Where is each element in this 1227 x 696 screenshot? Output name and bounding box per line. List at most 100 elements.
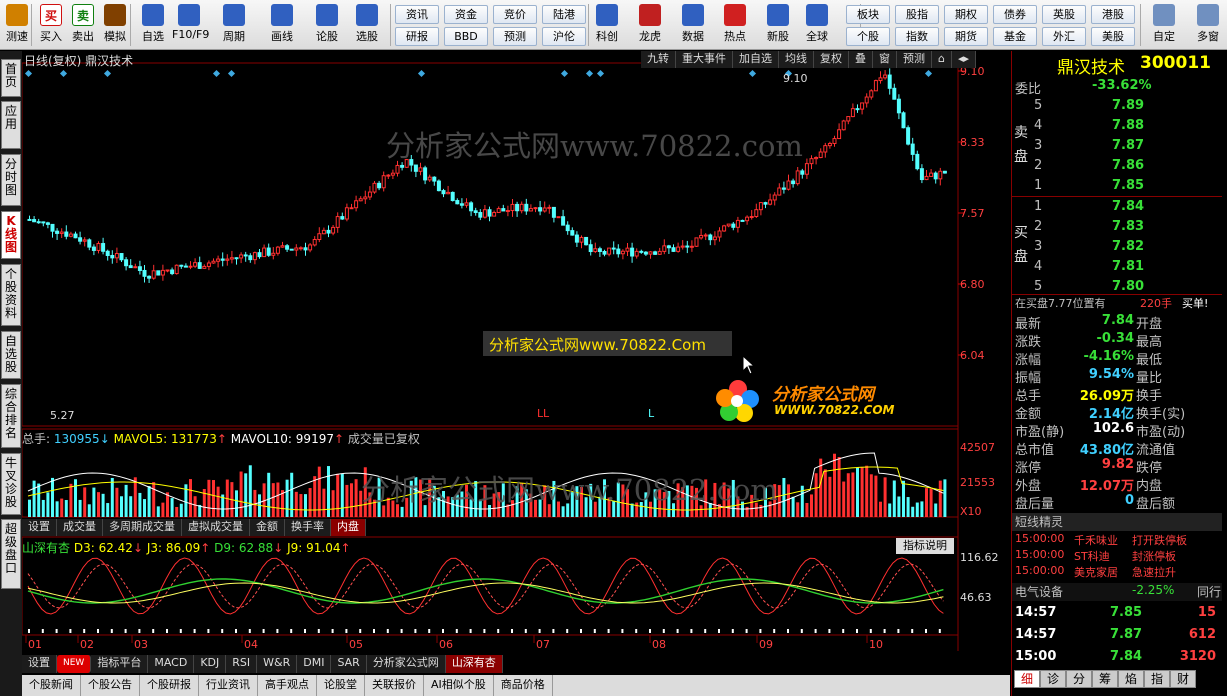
quote-tab-2[interactable]: 分 [1066, 670, 1092, 688]
key-0[interactable]: 资讯 [395, 5, 439, 24]
hot-button[interactable]: 热点 [718, 2, 752, 48]
news-tab-4[interactable]: 高手观点 [258, 675, 317, 696]
clock-button[interactable]: 测速 [0, 2, 34, 48]
quote-tab-1[interactable]: 诊 [1040, 670, 1066, 688]
chart-tool-0[interactable]: 九转 [641, 51, 676, 68]
multiwindow-button[interactable]: 多窗 [1191, 2, 1225, 48]
chart-tool-4[interactable]: 复权 [814, 51, 849, 68]
market-key-1[interactable]: 股指 [895, 5, 939, 24]
quote-tab-6[interactable]: 财 [1170, 670, 1196, 688]
market-key-6[interactable]: 个股 [846, 27, 890, 46]
key-1[interactable]: 资金 [444, 5, 488, 24]
market-key-9[interactable]: 基金 [993, 27, 1037, 46]
news-tab-6[interactable]: 关联报价 [365, 675, 424, 696]
chart-tool-2[interactable]: 加自选 [733, 51, 779, 68]
indicator-tab-7[interactable]: DMI [297, 655, 332, 673]
news-tab-8[interactable]: 商品价格 [494, 675, 553, 696]
news-tab-3[interactable]: 行业资讯 [199, 675, 258, 696]
indicator-tab-2[interactable]: 指标平台 [91, 655, 149, 673]
market-key-11[interactable]: 美股 [1091, 27, 1135, 46]
market-key-0[interactable]: 板块 [846, 5, 890, 24]
custom-button[interactable]: 自定 [1147, 2, 1181, 48]
indicator-tab-0[interactable]: 设置 [22, 655, 57, 673]
quote-tab-0[interactable]: 细 [1014, 670, 1040, 688]
volume-tab-3[interactable]: 虚拟成交量 [182, 519, 250, 536]
indicator-tab-4[interactable]: KDJ [194, 655, 227, 673]
indicator-tab-9[interactable]: 分析家公式网 [366, 655, 446, 673]
volume-tab-6[interactable]: 内盘 [331, 519, 366, 536]
market-key-7[interactable]: 指数 [895, 27, 939, 46]
select-stock-button[interactable]: 选股 [350, 2, 384, 48]
volume-tab-0[interactable]: 设置 [22, 519, 57, 536]
volume-tab-1[interactable]: 成交量 [57, 519, 103, 536]
left-tab-7[interactable]: 牛叉诊股 [1, 453, 21, 515]
left-tab-2[interactable]: 分时图 [1, 154, 21, 206]
star-button[interactable]: 自选 [136, 2, 170, 48]
period-button[interactable]: 周期 [217, 2, 251, 48]
key-7[interactable]: 沪伦 [542, 27, 586, 46]
volume-tab-4[interactable]: 金额 [250, 519, 285, 536]
quote-tab-3[interactable]: 筹 [1092, 670, 1118, 688]
market-key-2[interactable]: 期权 [944, 5, 988, 24]
discuss-button[interactable]: 论股 [310, 2, 344, 48]
key-2[interactable]: 竞价 [493, 5, 537, 24]
indicator-tab-8[interactable]: SAR [331, 655, 367, 673]
market-key-10[interactable]: 外汇 [1042, 27, 1086, 46]
news-tab-0[interactable]: 个股新闻 [22, 675, 81, 696]
buy-button[interactable]: 买买入 [34, 2, 68, 48]
market-key-8[interactable]: 期货 [944, 27, 988, 46]
indicator-tab-6[interactable]: W&R [257, 655, 298, 673]
indicator-tab-3[interactable]: MACD [148, 655, 195, 673]
news-tab-1[interactable]: 个股公告 [81, 675, 140, 696]
chart-high-label: 9.10 [783, 72, 808, 85]
chart-tool-7[interactable]: 预测 [897, 51, 932, 68]
key-6[interactable]: 预测 [493, 27, 537, 46]
short-elf-item[interactable]: 15:00:00 美克家居 急速拉升 [1012, 564, 1222, 582]
ipo-button[interactable]: 新股 [761, 2, 795, 48]
indicator-tab-10[interactable]: 山深有杏 [445, 655, 503, 673]
dropdown-icon[interactable]: ◂▸ [951, 51, 977, 68]
globe-button[interactable]: 全球 [800, 2, 834, 48]
indicator-help-button[interactable]: 指标说明 [896, 538, 954, 554]
indicator-tab-5[interactable]: RSI [226, 655, 258, 673]
volume-bar [915, 502, 919, 517]
left-tab-5[interactable]: 自选股 [1, 331, 21, 379]
f10-button[interactable]: F10/F9 [172, 2, 209, 48]
quote-tab-4[interactable]: 焰 [1118, 670, 1144, 688]
candle-body [818, 151, 823, 159]
left-tab-6[interactable]: 综合排名 [1, 384, 21, 448]
kechuang-button[interactable]: 科创 [590, 2, 624, 48]
chart-tool-5[interactable]: 叠 [849, 51, 873, 68]
left-tab-1[interactable]: 应用 [1, 101, 21, 149]
news-tab-7[interactable]: AI相似个股 [424, 675, 494, 696]
pe-button[interactable]: 数据 [676, 2, 710, 48]
volume-bar [943, 479, 947, 517]
news-tab-5[interactable]: 论股堂 [317, 675, 365, 696]
indicator-tab-1[interactable]: NEW [57, 655, 92, 673]
left-tab-8[interactable]: 超级盘口 [1, 519, 21, 589]
volume-tab-5[interactable]: 换手率 [285, 519, 331, 536]
stat-right-label: 内盘 [1136, 479, 1163, 494]
lock-icon[interactable]: ⌂ [932, 51, 952, 68]
hammer-button[interactable]: 模拟 [98, 2, 132, 48]
chart-tool-3[interactable]: 均线 [779, 51, 814, 68]
chart-tool-6[interactable]: 窗 [873, 51, 897, 68]
key-3[interactable]: 陆港 [542, 5, 586, 24]
market-key-5[interactable]: 港股 [1091, 5, 1135, 24]
kline-chart-area[interactable]: 9.10 8.33 7.57 6.80 6.04 42507 21553 X10 116.62 4… [22, 51, 1010, 673]
news-tab-2[interactable]: 个股研报 [140, 675, 199, 696]
volume-tab-2[interactable]: 多周期成交量 [103, 519, 182, 536]
market-key-4[interactable]: 英股 [1042, 5, 1086, 24]
left-tab-4[interactable]: 个股资料 [1, 264, 21, 326]
sell-button[interactable]: 卖卖出 [66, 2, 100, 48]
key-4[interactable]: 研报 [395, 27, 439, 46]
longhu-button[interactable]: 龙虎 [633, 2, 667, 48]
pencil-button[interactable]: 画线 [265, 2, 299, 48]
quote-tab-5[interactable]: 指 [1144, 670, 1170, 688]
left-tab-3[interactable]: K线图 [1, 211, 21, 259]
market-key-3[interactable]: 债券 [993, 5, 1037, 24]
left-tab-0[interactable]: 首页 [1, 59, 21, 97]
chart-tool-1[interactable]: 重大事件 [676, 51, 733, 68]
key-5[interactable]: BBD [444, 27, 488, 46]
candle-body [611, 247, 616, 250]
